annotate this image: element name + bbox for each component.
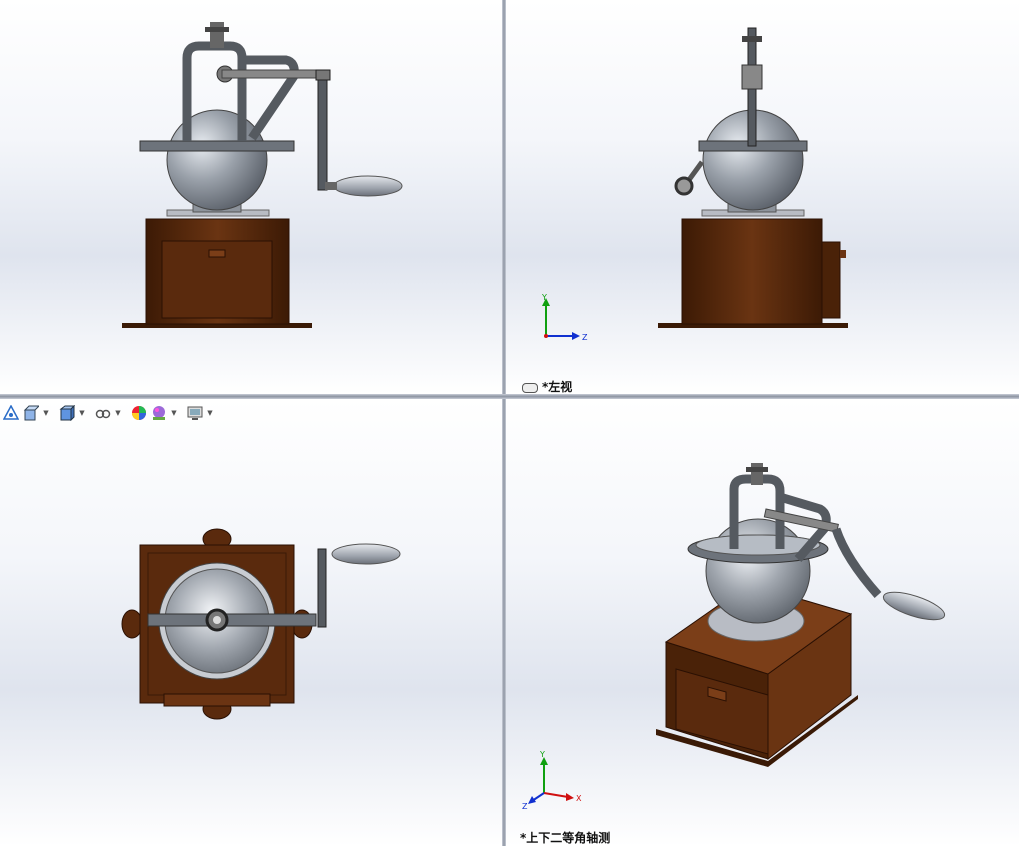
viewport-front[interactable] — [0, 0, 502, 394]
axis-triad-left: Y Z — [541, 293, 588, 342]
display-style-icon[interactable] — [22, 404, 40, 422]
appearance-icon[interactable] — [130, 404, 148, 422]
front-view-model[interactable] — [0, 0, 502, 394]
viewport-top[interactable]: ▼ ▼ ▼ ▼ ▼ — [0, 399, 502, 846]
axis-y-label: Y — [541, 293, 547, 302]
display-settings-icon[interactable] — [186, 404, 204, 422]
viewport-isometric[interactable]: Y X Z *上下二等角轴测 — [506, 399, 1019, 846]
top-view-model[interactable] — [0, 399, 502, 846]
axis-y-label-iso: Y — [539, 750, 545, 759]
view-orientation-icon[interactable] — [2, 404, 20, 422]
scene-icon[interactable] — [150, 404, 168, 422]
section-view-icon[interactable] — [58, 404, 76, 422]
section-view-dropdown-icon[interactable]: ▼ — [78, 404, 86, 422]
axis-z-label: Z — [582, 333, 588, 342]
view-label-left: *左视 — [522, 378, 572, 394]
scene-dropdown-icon[interactable]: ▼ — [170, 404, 178, 422]
viewport-horizontal-splitter[interactable] — [0, 394, 1019, 399]
viewport-left[interactable]: Y Z *左视 — [506, 0, 1019, 394]
hide-show-icon[interactable] — [94, 404, 112, 422]
view-label-left-text: *左视 — [542, 380, 573, 394]
viewport-vertical-splitter[interactable] — [502, 0, 506, 846]
link-view-icon — [522, 382, 538, 393]
view-label-isometric: *上下二等角轴测 — [520, 831, 611, 845]
axis-triad-isometric: Y X Z — [522, 750, 582, 809]
display-style-dropdown-icon[interactable]: ▼ — [42, 404, 50, 422]
hide-show-dropdown-icon[interactable]: ▼ — [114, 404, 122, 422]
axis-z-label-iso: Z — [522, 802, 528, 809]
axis-x-label-iso: X — [576, 794, 582, 803]
display-settings-dropdown-icon[interactable]: ▼ — [206, 404, 214, 422]
view-toolbar: ▼ ▼ ▼ ▼ ▼ — [2, 402, 220, 424]
